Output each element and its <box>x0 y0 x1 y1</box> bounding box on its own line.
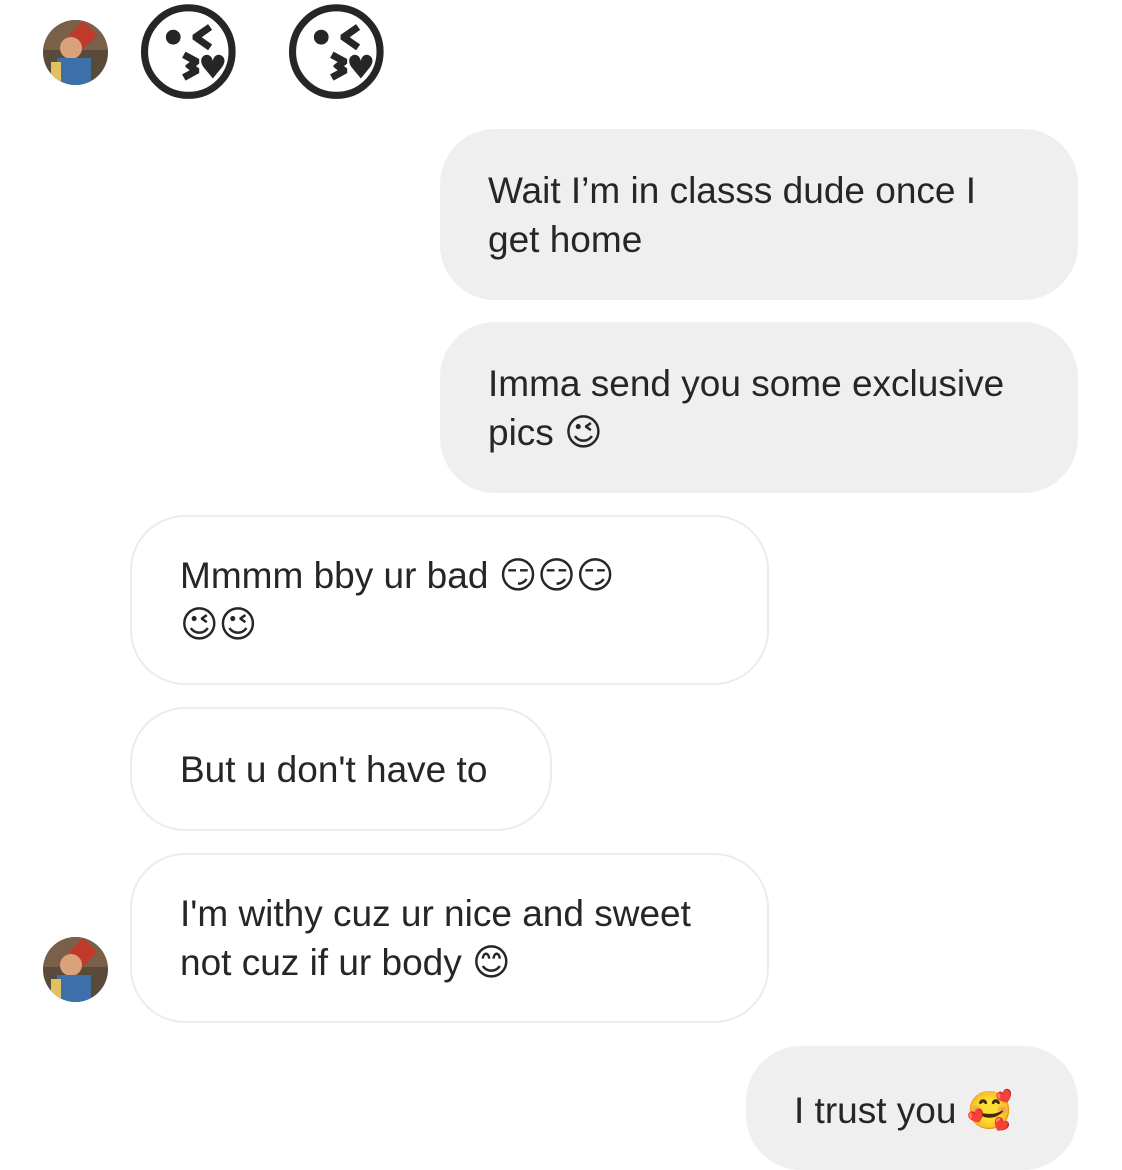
incoming-message[interactable]: I'm withy cuz ur nice and sweet not cuz … <box>130 853 769 1023</box>
message-text: Wait I’m in classs dude once I get home <box>488 169 977 260</box>
kiss-emoji-1: 😘 <box>132 0 245 114</box>
outgoing-message[interactable]: I trust you 🥰 <box>746 1046 1078 1170</box>
incoming-message[interactable]: Mmmm bby ur bad 😏😏😏 😉😉 <box>130 515 769 685</box>
message-text: I trust you 🥰 <box>794 1090 1013 1131</box>
message-text: Mmmm bby ur bad 😏😏😏 😉😉 <box>180 555 615 645</box>
message-text: I'm withy cuz ur nice and sweet not cuz … <box>180 893 691 983</box>
avatar-photo <box>43 937 108 1002</box>
emoji-message[interactable]: 😘 😘 <box>132 0 428 108</box>
avatar-photo <box>43 20 108 85</box>
kiss-emoji-2: 😘 <box>280 0 393 114</box>
contact-avatar[interactable] <box>43 20 108 85</box>
message-text: But u don't have to <box>180 748 488 790</box>
outgoing-message[interactable]: Wait I’m in classs dude once I get home <box>440 129 1078 300</box>
outgoing-message[interactable]: Imma send you some exclusive pics 😉 <box>440 322 1078 493</box>
message-text: Imma send you some exclusive pics 😉 <box>488 362 1005 453</box>
contact-avatar[interactable] <box>43 937 108 1002</box>
incoming-message[interactable]: But u don't have to <box>130 707 552 831</box>
